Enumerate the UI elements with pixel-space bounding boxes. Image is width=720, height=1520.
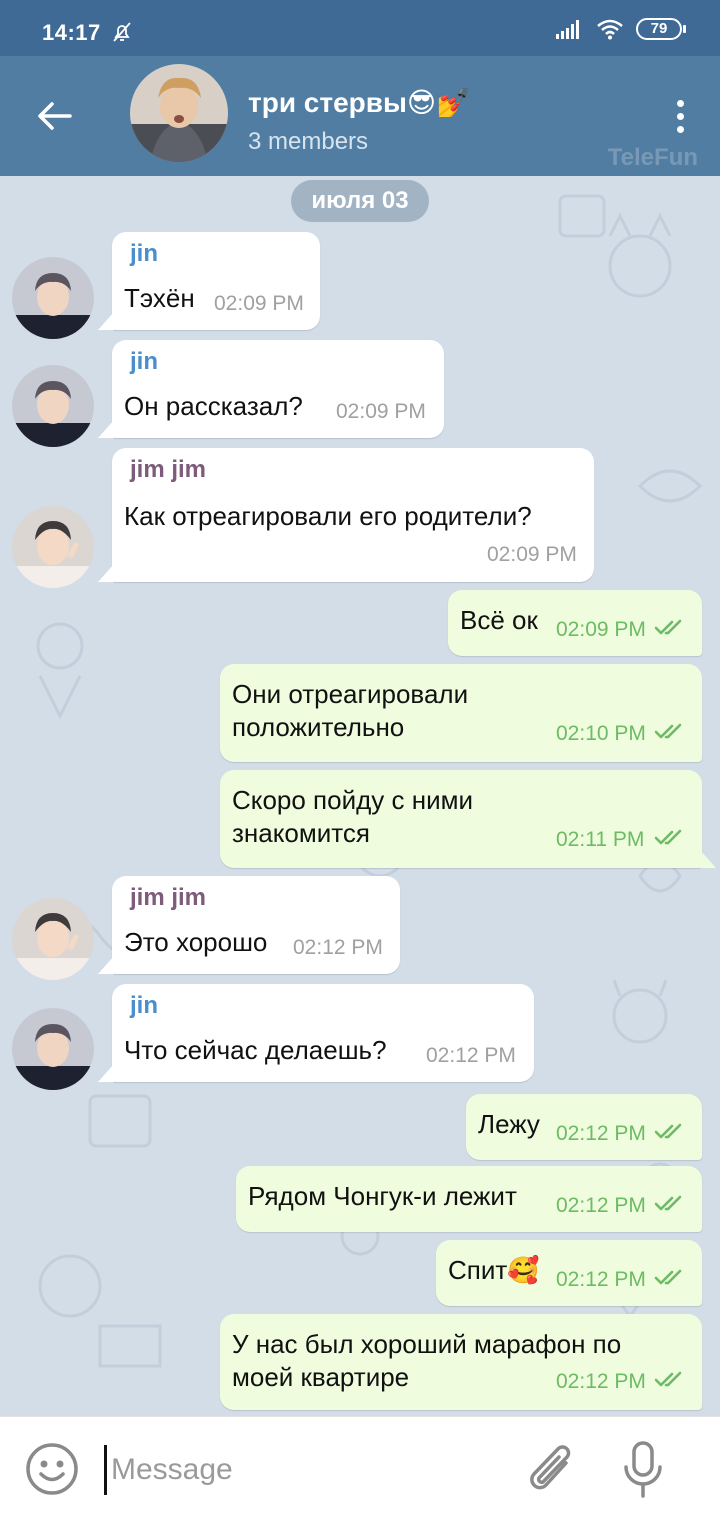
double-check-icon — [654, 723, 682, 739]
message-input[interactable] — [104, 1445, 504, 1495]
group-avatar[interactable] — [130, 64, 228, 162]
message-time: 02:12 PM — [426, 1044, 516, 1067]
avatar-image — [12, 898, 94, 980]
avatar-image — [12, 257, 94, 339]
message-text: Он рассказал? — [124, 391, 303, 421]
message-time: 02:09 PM — [214, 292, 304, 315]
status-time: 14:17 — [42, 20, 101, 45]
double-check-icon — [654, 1195, 682, 1211]
message-sender: jin — [130, 348, 158, 375]
message-text-line-1: Они отреагировали — [232, 679, 469, 709]
date-separator: июля 03 — [291, 180, 429, 222]
message-text: Это хорошо — [124, 927, 268, 957]
message-sender: jin — [130, 240, 158, 267]
avatar-jim-jim[interactable] — [12, 898, 94, 980]
status-icons: 79 — [554, 18, 686, 40]
arrow-left-icon — [38, 102, 72, 130]
message-sender: jin — [130, 992, 158, 1019]
message-text: Всё ок — [460, 605, 538, 635]
message-bubble-outgoing[interactable]: Лежу 02:12 PM — [466, 1094, 702, 1160]
message-bubble-outgoing[interactable]: Они отреагировали положительно 02:10 PM — [220, 664, 702, 762]
group-member-count: 3 members — [248, 128, 369, 155]
message-sender: jim jim — [130, 456, 207, 483]
message-time: 02:11 PM — [556, 828, 645, 851]
voice-message-button[interactable] — [620, 1439, 666, 1501]
double-check-icon — [654, 619, 682, 635]
double-check-icon — [654, 829, 682, 845]
watermark: TeleFun — [607, 144, 698, 171]
message-bubble-outgoing[interactable]: Всё ок 02:09 PM — [448, 590, 702, 656]
message-time: 02:12 PM — [556, 1194, 646, 1217]
more-vertical-icon-dot — [676, 99, 684, 107]
message-bubble-incoming[interactable]: jim jim Это хорошо 02:12 PM — [98, 876, 400, 974]
paperclip-icon — [530, 1445, 571, 1490]
double-check-icon — [654, 1371, 682, 1387]
message-text-line-2: моей квартире — [232, 1362, 410, 1392]
emoji-button[interactable] — [24, 1441, 80, 1497]
message-text: Рядом Чонгук-и лежит — [248, 1181, 517, 1211]
message-bubble-outgoing[interactable]: Скоро пойду с ними знакомится 02:11 PM — [220, 770, 716, 868]
message-time: 02:09 PM — [336, 400, 426, 423]
message-text: Тэхён — [124, 283, 195, 313]
more-vertical-icon-dot — [676, 112, 684, 120]
signal-icon — [556, 20, 579, 39]
message-text: Что сейчас делаешь? — [124, 1035, 387, 1065]
message-sender: jim jim — [130, 884, 207, 911]
avatar-jin[interactable] — [12, 365, 94, 447]
group-title: три стервы😎💅 — [248, 87, 471, 118]
group-avatar-image — [130, 64, 228, 162]
message-text-line-1: Скоро пойду с ними — [232, 785, 474, 815]
avatar-jin[interactable] — [12, 1008, 94, 1090]
back-button[interactable] — [28, 94, 80, 138]
message-time: 02:12 PM — [556, 1122, 646, 1145]
message-bubble-outgoing[interactable]: У нас был хороший марафон по моей кварти… — [220, 1314, 702, 1410]
message-bubble-incoming[interactable]: jim jim Как отреагировали его родители? … — [98, 448, 594, 582]
wifi-icon — [597, 19, 623, 40]
message-time: 02:10 PM — [556, 722, 646, 745]
message-bubble-incoming[interactable]: jin Что сейчас делаешь? 02:12 PM — [98, 984, 534, 1082]
attach-button[interactable] — [526, 1441, 580, 1499]
bell-off-icon — [113, 22, 131, 42]
double-check-icon — [654, 1123, 682, 1139]
message-text-line-2: положительно — [232, 712, 405, 742]
avatar-image — [12, 365, 94, 447]
message-text: Спит🥰 — [448, 1255, 540, 1285]
microphone-icon — [624, 1441, 662, 1498]
message-text-line-2: знакомится — [232, 818, 370, 848]
more-options-button[interactable] — [662, 92, 698, 140]
avatar-image — [12, 1008, 94, 1090]
chat-area[interactable]: июля 03 jin Тэхён 02:09 PM jin Он расска… — [0, 176, 720, 1416]
avatar-image — [12, 506, 94, 588]
message-time: 02:09 PM — [487, 543, 577, 566]
battery-indicator: 79 — [636, 18, 686, 40]
message-time: 02:09 PM — [556, 618, 646, 641]
message-bubble-incoming[interactable]: jin Тэхён 02:09 PM — [98, 232, 320, 330]
avatar-jim-jim[interactable] — [12, 506, 94, 588]
message-time: 02:12 PM — [556, 1268, 646, 1291]
chat-header: три стервы😎💅 3 members TeleFun — [0, 56, 720, 176]
message-text-line-1: У нас был хороший марафон по — [232, 1329, 622, 1359]
more-vertical-icon-dot — [676, 125, 684, 133]
message-bubble-incoming[interactable]: jin Он рассказал? 02:09 PM — [98, 340, 444, 438]
message-composer — [0, 1416, 720, 1520]
emoji-icon — [26, 1443, 78, 1495]
message-bubble-outgoing[interactable]: Рядом Чонгук-и лежит 02:12 PM — [236, 1166, 702, 1232]
avatar-jin[interactable] — [12, 257, 94, 339]
double-check-icon — [654, 1269, 682, 1285]
message-time: 02:12 PM — [556, 1370, 646, 1393]
message-text: Как отреагировали его родители? — [124, 501, 532, 531]
message-text: Лежу — [478, 1109, 540, 1139]
message-time: 02:12 PM — [293, 936, 383, 959]
status-bar: 14:17 79 — [0, 0, 720, 56]
message-bubble-outgoing[interactable]: Спит🥰 02:12 PM — [436, 1240, 702, 1306]
